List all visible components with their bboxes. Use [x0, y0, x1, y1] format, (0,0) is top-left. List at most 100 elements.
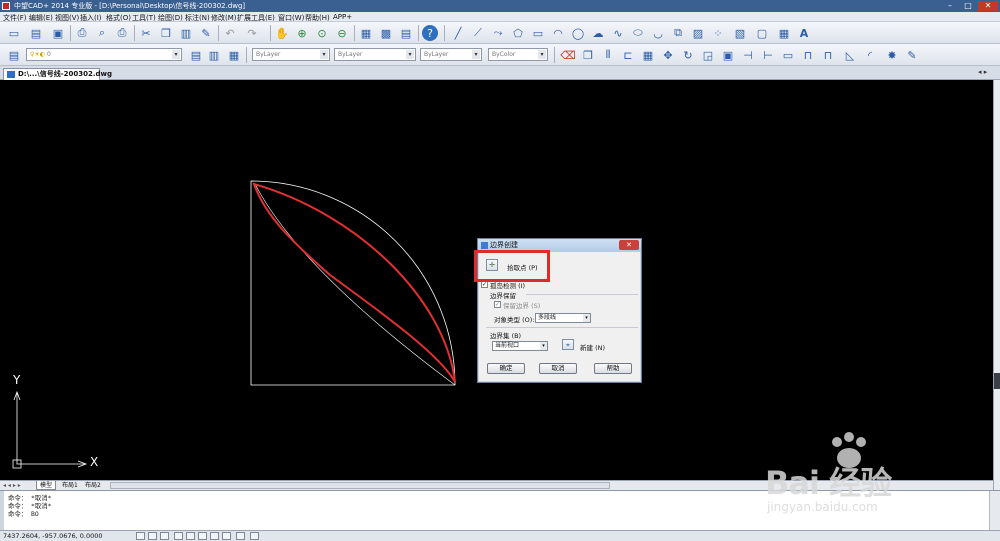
close-button[interactable]: ✕ [978, 1, 998, 11]
join-icon[interactable]: ⊓ [820, 47, 836, 63]
otrack-toggle[interactable] [198, 532, 207, 540]
redo-icon[interactable]: ↷ [244, 25, 260, 41]
dialog-close-button[interactable]: ✕ [619, 240, 639, 250]
command-prompt-line[interactable]: 命令： BO [8, 509, 39, 518]
undo-icon[interactable]: ↶ [222, 25, 238, 41]
color-combo[interactable]: ByLayer ▾ [252, 48, 330, 61]
design-center-icon[interactable]: ▩ [378, 25, 394, 41]
grid-toggle[interactable] [148, 532, 157, 540]
chamfer-icon[interactable]: ◺ [842, 47, 858, 63]
zoom-previous-icon[interactable]: ⊖ [334, 25, 350, 41]
offset-icon[interactable]: ⊏ [620, 47, 636, 63]
break-point-icon[interactable]: ▭ [780, 47, 796, 63]
layer-states-icon[interactable]: ▦ [226, 47, 242, 63]
document-tab[interactable]: D:\...\信号线-200302.dwg [3, 68, 112, 80]
ortho-toggle[interactable] [160, 532, 169, 540]
minimize-button[interactable]: – [942, 1, 958, 11]
doc-tab-nav[interactable]: ◂ ▸ [978, 68, 987, 76]
mtext-icon[interactable]: A [796, 25, 812, 41]
qp-toggle[interactable] [250, 532, 259, 540]
object-type-select[interactable]: 多段线 ▾ [535, 313, 591, 323]
zoom-realtime-icon[interactable]: ⊕ [294, 25, 310, 41]
save-icon[interactable]: ▣ [50, 25, 66, 41]
construction-line-icon[interactable]: ⟋ [470, 25, 486, 41]
dyn-toggle[interactable] [236, 532, 245, 540]
select-new-set-icon[interactable]: ⌖ [562, 339, 574, 350]
copy-object-icon[interactable]: ❐ [580, 47, 596, 63]
layer-combo[interactable]: ♀☀◐ 0 ▾ [26, 48, 182, 61]
make-block-icon[interactable]: ▨ [690, 25, 706, 41]
tab-layout1[interactable]: 布局1 [62, 481, 78, 490]
help-icon[interactable]: ? [422, 25, 438, 41]
table-icon[interactable]: ▦ [776, 25, 792, 41]
trim-icon[interactable]: ⊣ [740, 47, 756, 63]
line-icon[interactable]: ╱ [450, 25, 466, 41]
point-icon[interactable]: ⁘ [710, 25, 726, 41]
break-icon[interactable]: ⊓ [800, 47, 816, 63]
rotate-icon[interactable]: ↻ [680, 47, 696, 63]
tool-palette-icon[interactable]: ▤ [398, 25, 414, 41]
mirror-icon[interactable]: ⫴ [600, 47, 616, 63]
boundary-set-select[interactable]: 当前视口 ▾ [492, 341, 548, 351]
make-current-layer-icon[interactable]: ▤ [188, 47, 204, 63]
lineweight-combo[interactable]: ByLayer ▾ [420, 48, 482, 61]
snap-toggle[interactable] [136, 532, 145, 540]
insert-block-icon[interactable]: ⧉ [670, 25, 686, 41]
plot-icon[interactable]: ⎙ [114, 25, 130, 41]
polygon-icon[interactable]: ⬠ [510, 25, 526, 41]
scale-icon[interactable]: ◲ [700, 47, 716, 63]
command-window-grip[interactable] [0, 491, 4, 531]
open-file-icon[interactable]: ▤ [28, 25, 44, 41]
cut-icon[interactable]: ✂ [138, 25, 154, 41]
properties-icon[interactable]: ▦ [358, 25, 374, 41]
island-detect-checkbox[interactable]: ✓ [481, 281, 488, 288]
layer-previous-icon[interactable]: ▥ [206, 47, 222, 63]
extend-icon[interactable]: ⊢ [760, 47, 776, 63]
print-preview-icon[interactable]: ⌕ [94, 25, 110, 41]
arc-icon[interactable]: ◠ [550, 25, 566, 41]
pan-icon[interactable]: ✋ [274, 25, 290, 41]
tab-layout2[interactable]: 布局2 [85, 481, 101, 490]
retain-boundary-checkbox[interactable]: ✓ [494, 301, 501, 308]
rectangle-icon[interactable]: ▭ [530, 25, 546, 41]
vertical-scrollbar[interactable] [993, 80, 1000, 490]
layer-manager-icon[interactable]: ▤ [6, 47, 22, 63]
erase-icon[interactable]: ⌫ [560, 47, 576, 63]
menu-app[interactable]: APP+ [333, 13, 352, 21]
move-icon[interactable]: ✥ [660, 47, 676, 63]
layout-nav-arrows[interactable]: ◂ ◂ ▸ ▸ [3, 481, 21, 490]
polar-toggle[interactable] [174, 532, 183, 540]
horizontal-scrollbar[interactable] [110, 482, 610, 489]
zoom-window-icon[interactable]: ⊙ [314, 25, 330, 41]
hatch-icon[interactable]: ▧ [732, 25, 748, 41]
new-set-label[interactable]: 新建 (N) [580, 342, 605, 352]
linetype-combo[interactable]: ByLayer ▾ [334, 48, 416, 61]
ok-button[interactable]: 确定 [487, 363, 525, 374]
match-properties-icon[interactable]: ✎ [198, 25, 214, 41]
paste-icon[interactable]: ▥ [178, 25, 194, 41]
osnap-toggle[interactable] [186, 532, 195, 540]
ellipse-arc-icon[interactable]: ◡ [650, 25, 666, 41]
stretch-icon[interactable]: ▣ [720, 47, 736, 63]
array-icon[interactable]: ▦ [640, 47, 656, 63]
explode-icon[interactable]: ✸ [884, 47, 900, 63]
scrollbar-thumb[interactable] [994, 373, 1000, 389]
maximize-button[interactable]: □ [960, 1, 976, 11]
plotstyle-combo[interactable]: ByColor ▾ [488, 48, 548, 61]
circle-icon[interactable]: ◯ [570, 25, 586, 41]
cloud-icon[interactable]: ☁ [590, 25, 606, 41]
model-toggle[interactable] [222, 532, 231, 540]
help-button[interactable]: 帮助 [594, 363, 632, 374]
ellipse-icon[interactable]: ⬭ [630, 25, 646, 41]
lineweight-toggle[interactable] [210, 532, 219, 540]
tab-model[interactable]: 模型 [36, 481, 57, 490]
spline-icon[interactable]: ∿ [610, 25, 626, 41]
region-icon[interactable]: ▢ [754, 25, 770, 41]
cancel-button[interactable]: 取消 [539, 363, 577, 374]
edit-tools-icon[interactable]: ✎ [904, 47, 920, 63]
copy-icon[interactable]: ❐ [158, 25, 174, 41]
fillet-icon[interactable]: ◜ [862, 47, 878, 63]
new-file-icon[interactable]: ▭ [6, 25, 22, 41]
print-icon[interactable]: ⎙ [74, 25, 90, 41]
polyline-icon[interactable]: ⤳ [490, 25, 506, 41]
